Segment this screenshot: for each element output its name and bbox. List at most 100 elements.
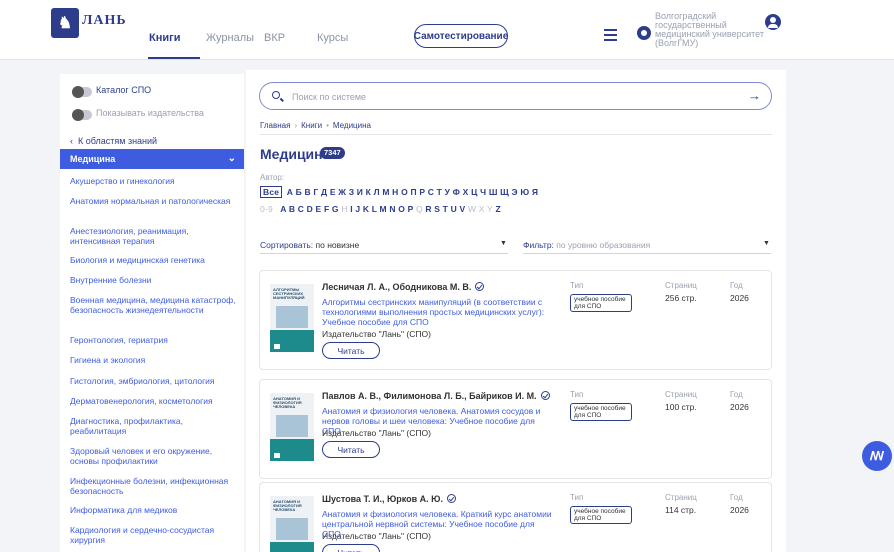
- org-name: Волгоградский государственный медицински…: [655, 11, 764, 48]
- read-button[interactable]: Читать: [322, 544, 380, 552]
- nav-books[interactable]: Книги: [149, 32, 180, 44]
- search-icon: [272, 91, 280, 99]
- sidebar-category[interactable]: Диагностика, профилактика, реабилитация: [70, 416, 240, 436]
- alphabet-en[interactable]: 0-9 A B C D E F G H I J K L M N O P Q R …: [260, 204, 501, 214]
- active-nav-underline: [148, 57, 200, 59]
- verified-check-icon: [475, 282, 485, 291]
- alpha-all-button[interactable]: Все: [260, 186, 283, 198]
- toggle-show-publishers[interactable]: [72, 109, 92, 121]
- sidebar-category[interactable]: Анатомия нормальная и патологическая: [70, 196, 240, 206]
- pages-label: Страниц: [665, 281, 697, 290]
- read-button[interactable]: Читать: [322, 342, 380, 359]
- sidebar-category[interactable]: Внутренние болезни: [70, 275, 240, 285]
- alpha-digits[interactable]: 0-9: [260, 204, 273, 214]
- breadcrumb: Главная › Книги • Медицина: [260, 121, 371, 130]
- sidebar-category[interactable]: Дерматовенерология, косметология: [70, 396, 240, 406]
- sort-select[interactable]: Сортировать: по новизне: [260, 240, 359, 250]
- alpha-en-letters-disabled: W X Y: [467, 204, 493, 214]
- breadcrumb-home[interactable]: Главная: [260, 121, 290, 130]
- sidebar-category[interactable]: Акушерство и гинекология: [70, 176, 240, 186]
- toggle-spo-catalog[interactable]: [72, 86, 92, 98]
- toggle-publishers-label: Показывать издательства: [96, 108, 204, 118]
- logo-text[interactable]: ЛАНЬ: [82, 13, 127, 29]
- book-authors: Павлов А. В., Филимонова Л. Б., Байриков…: [322, 390, 550, 401]
- book-card: АНАТОМИЯ И ФИЗИОЛОГИЯ ЧЕЛОВЕКА Шустова Т…: [259, 482, 772, 552]
- filter-underline: [523, 253, 771, 254]
- back-to-knowledge-areas-link[interactable]: ‹ К областям знаний: [70, 136, 157, 146]
- type-badge: учебное пособие для СПО: [570, 403, 632, 421]
- filter-value: по уровню образования: [556, 240, 651, 250]
- arrow-right-icon[interactable]: →: [748, 88, 761, 103]
- nav-journals[interactable]: Журналы: [206, 32, 254, 44]
- verified-check-icon: [446, 494, 456, 503]
- type-badge: учебное пособие для СПО: [570, 294, 632, 312]
- book-authors-text: Лесничая Л. А., Ободникова М. В.: [322, 282, 472, 292]
- caret-down-icon[interactable]: ▼: [763, 240, 770, 247]
- year-value: 2026: [730, 293, 749, 303]
- alphabet-ru[interactable]: Все А Б В Г Д Е Ж З И К Л М Н О П Р С Т …: [260, 186, 538, 198]
- book-authors: Шустова Т. И., Юрков А. Ю.: [322, 493, 456, 504]
- sidebar-category[interactable]: Гистология, эмбриология, цитология: [70, 376, 240, 386]
- read-button[interactable]: Читать: [322, 441, 380, 458]
- book-cover[interactable]: АНАТОМИЯ И ФИЗИОЛОГИЯ ЧЕЛОВЕКА: [270, 393, 314, 461]
- sidebar-item-medicine-label: Медицина: [70, 154, 116, 164]
- back-link-label: К областям знаний: [78, 136, 158, 146]
- sort-underline: [260, 253, 508, 254]
- alpha-en-letter-disabled: Q: [415, 204, 423, 214]
- sidebar-category[interactable]: Биология и медицинская генетика: [70, 255, 240, 265]
- cover-title: АНАТОМИЯ И ФИЗИОЛОГИЯ ЧЕЛОВЕКА: [273, 396, 302, 409]
- eye-icon[interactable]: [637, 26, 651, 40]
- breadcrumb-books[interactable]: Книги: [301, 121, 322, 130]
- pages-label: Страниц: [665, 390, 697, 399]
- author-filter-label: Автор:: [260, 173, 285, 182]
- book-card: АЛГОРИТМЫ СЕСТРИНСКИХ МАНИПУЛЯЦИЙ Леснич…: [259, 270, 772, 370]
- sidebar-item-medicine[interactable]: Медицина ⌄: [60, 149, 244, 169]
- book-cover[interactable]: АЛГОРИТМЫ СЕСТРИНСКИХ МАНИПУЛЯЦИЙ: [270, 284, 314, 352]
- nav-vkr[interactable]: ВКР: [264, 32, 285, 44]
- selftest-button[interactable]: Самотестирование: [414, 24, 508, 48]
- sidebar-category[interactable]: Информатика для медиков: [70, 505, 240, 515]
- alpha-en-letters[interactable]: Z: [495, 204, 500, 214]
- divider: [260, 134, 772, 135]
- search-field[interactable]: Поиск по системе →: [259, 82, 772, 110]
- book-publisher: Издательство "Лань" (СПО): [322, 428, 431, 438]
- year-value: 2026: [730, 505, 749, 515]
- alpha-ru-letters[interactable]: А Б В Г Д Е Ж З И К Л М Н О П Р С Т У Ф …: [287, 187, 538, 197]
- sidebar-category[interactable]: Геронтология, гериатрия: [70, 335, 240, 345]
- cover-title: АЛГОРИТМЫ СЕСТРИНСКИХ МАНИПУЛЯЦИЙ: [273, 287, 305, 300]
- floating-lan-button[interactable]: ꟿ: [862, 441, 892, 471]
- alpha-en-letters[interactable]: I J K L M N O P: [350, 204, 413, 214]
- sidebar-category[interactable]: Гигиена и экология: [70, 355, 240, 365]
- book-title-link[interactable]: Алгоритмы сестринских манипуляций (в соо…: [322, 297, 552, 327]
- year-label: Год: [730, 493, 743, 502]
- sidebar-category[interactable]: Анестезиология, реанимация, интенсивная …: [70, 226, 240, 246]
- cover-title: АНАТОМИЯ И ФИЗИОЛОГИЯ ЧЕЛОВЕКА: [273, 499, 302, 512]
- nav-courses[interactable]: Курсы: [317, 32, 348, 44]
- user-icon[interactable]: [765, 14, 781, 30]
- year-value: 2026: [730, 402, 749, 412]
- type-badge: учебное пособие для СПО: [570, 506, 632, 524]
- caret-down-icon[interactable]: ▼: [500, 240, 507, 247]
- alpha-en-letters[interactable]: R S T U V: [425, 204, 465, 214]
- menu-icon[interactable]: [604, 29, 617, 44]
- sidebar-category[interactable]: Военная медицина, медицина катастроф, бе…: [70, 295, 240, 315]
- book-publisher: Издательство "Лань" (СПО): [322, 329, 431, 339]
- sort-label: Сортировать:: [260, 240, 314, 250]
- pages-value: 256 стр.: [665, 293, 697, 303]
- sidebar-category[interactable]: Инфекционные болезни, инфекционная безоп…: [70, 476, 240, 496]
- book-authors: Лесничая Л. А., Ободникова М. В.: [322, 281, 485, 292]
- filter-select[interactable]: Фильтр: по уровню образования: [523, 240, 650, 250]
- alpha-en-letters[interactable]: A B C D E F G: [280, 204, 338, 214]
- chevron-down-icon: ⌄: [227, 153, 236, 164]
- sidebar-category[interactable]: Здоровый человек и его окружение, основы…: [70, 446, 240, 466]
- type-label: Тип: [570, 390, 584, 399]
- book-cover[interactable]: АНАТОМИЯ И ФИЗИОЛОГИЯ ЧЕЛОВЕКА: [270, 496, 314, 552]
- lan-logo-icon[interactable]: ♞: [51, 8, 79, 38]
- type-label: Тип: [570, 493, 584, 502]
- filter-label: Фильтр:: [523, 240, 554, 250]
- sidebar: Каталог СПО Показывать издательства ‹ К …: [60, 74, 244, 552]
- alpha-en-letter-disabled: H: [341, 204, 348, 214]
- breadcrumb-medicine[interactable]: Медицина: [333, 121, 371, 130]
- book-card: АНАТОМИЯ И ФИЗИОЛОГИЯ ЧЕЛОВЕКА Павлов А.…: [259, 379, 772, 479]
- sidebar-category[interactable]: Кардиология и сердечно-сосудистая хирург…: [70, 525, 240, 545]
